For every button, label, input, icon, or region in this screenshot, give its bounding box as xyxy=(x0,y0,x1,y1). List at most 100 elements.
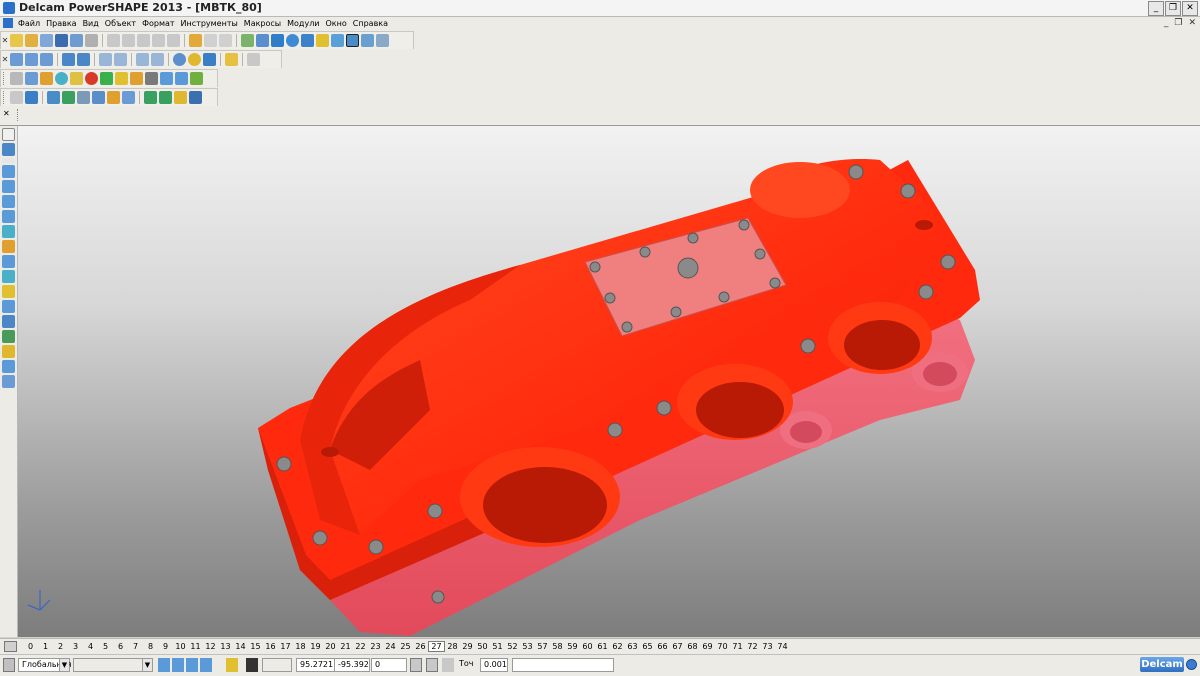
levels-icon[interactable] xyxy=(4,641,17,652)
close-button[interactable]: ✕ xyxy=(1182,1,1198,16)
hand-icon[interactable] xyxy=(247,53,260,66)
zoom-out-icon[interactable] xyxy=(151,53,164,66)
new-icon[interactable] xyxy=(10,34,23,47)
properties-icon[interactable] xyxy=(85,34,98,47)
cut-icon[interactable] xyxy=(107,34,120,47)
cone-icon[interactable] xyxy=(70,72,83,85)
calculator-icon[interactable] xyxy=(410,658,422,672)
view-front-icon[interactable] xyxy=(25,53,38,66)
level-item[interactable]: 15 xyxy=(248,642,263,651)
level-item[interactable]: 71 xyxy=(730,642,745,651)
command-input[interactable] xyxy=(512,658,614,672)
arrow-icon[interactable] xyxy=(115,72,128,85)
level-item[interactable]: 18 xyxy=(293,642,308,651)
copy-icon[interactable] xyxy=(122,34,135,47)
level-item[interactable]: 9 xyxy=(158,642,173,651)
wireframe-tool-icon[interactable] xyxy=(2,165,15,178)
pan-icon[interactable] xyxy=(99,53,112,66)
level-item[interactable]: 16 xyxy=(263,642,278,651)
view-top-icon[interactable] xyxy=(10,53,23,66)
level-item[interactable]: 70 xyxy=(715,642,730,651)
mdi-restore-button[interactable]: ❐ xyxy=(1174,17,1182,29)
menu-file[interactable]: Файл xyxy=(15,17,43,30)
pencil-icon[interactable] xyxy=(40,72,53,85)
chevron-down-icon[interactable]: ▼ xyxy=(59,659,69,671)
workplane-icon[interactable] xyxy=(3,658,15,672)
document-icon[interactable] xyxy=(25,72,38,85)
mesh-tool-icon[interactable] xyxy=(2,300,15,313)
level-item[interactable]: 72 xyxy=(745,642,760,651)
workplane-icon[interactable] xyxy=(256,34,269,47)
select-icon[interactable] xyxy=(241,34,254,47)
line-icon[interactable] xyxy=(271,34,284,47)
open-icon[interactable] xyxy=(25,34,38,47)
mdi-close-button[interactable]: ✕ xyxy=(1188,17,1196,29)
menu-window[interactable]: Окно xyxy=(323,17,350,30)
solid-feature-icon[interactable] xyxy=(62,91,75,104)
level-item[interactable]: 23 xyxy=(368,642,383,651)
toolbar-close-icon[interactable]: ✕ xyxy=(1,36,9,45)
toolbar-close-icon[interactable]: ✕ xyxy=(3,109,10,118)
level-item[interactable]: 53 xyxy=(520,642,535,651)
arc-icon[interactable] xyxy=(286,34,299,47)
solid-tree-icon[interactable] xyxy=(122,91,135,104)
level-item[interactable]: 57 xyxy=(535,642,550,651)
level-item[interactable]: 61 xyxy=(595,642,610,651)
solid-tool-icon[interactable] xyxy=(2,240,15,253)
level-item[interactable]: 4 xyxy=(83,642,98,651)
curve-tool-icon[interactable] xyxy=(2,210,15,223)
solid-box-icon[interactable] xyxy=(47,91,60,104)
analysis-icon[interactable] xyxy=(175,72,188,85)
solid-shell-icon[interactable] xyxy=(107,91,120,104)
level-item[interactable]: 68 xyxy=(685,642,700,651)
solid-boolean-icon[interactable] xyxy=(92,91,105,104)
level-item[interactable]: 6 xyxy=(113,642,128,651)
toolbar-close-icon[interactable]: ✕ xyxy=(1,55,9,64)
history-icon[interactable] xyxy=(219,34,232,47)
level-item[interactable]: 7 xyxy=(128,642,143,651)
box-icon[interactable] xyxy=(130,72,143,85)
feature-tool-icon[interactable] xyxy=(2,360,15,373)
level-item[interactable]: 51 xyxy=(490,642,505,651)
tolerance-field[interactable]: 0.001 xyxy=(480,658,508,672)
level-item[interactable]: 19 xyxy=(308,642,323,651)
trash-icon[interactable] xyxy=(442,658,454,672)
chevron-down-icon[interactable]: ▼ xyxy=(142,659,152,671)
open-model-icon[interactable] xyxy=(40,34,53,47)
level-item[interactable]: 3 xyxy=(68,642,83,651)
solid-cut-icon[interactable] xyxy=(77,91,90,104)
restore-button[interactable]: ❐ xyxy=(1165,1,1181,16)
solid-thicken-icon[interactable] xyxy=(189,91,202,104)
snap-point-icon[interactable] xyxy=(186,658,198,672)
transform-icon[interactable] xyxy=(25,91,38,104)
view-iso-icon[interactable] xyxy=(62,53,75,66)
menu-edit[interactable]: Правка xyxy=(43,17,79,30)
analysis-tool-icon[interactable] xyxy=(2,375,15,388)
level-item[interactable]: 0 xyxy=(23,642,38,651)
level-item[interactable]: 62 xyxy=(610,642,625,651)
solid-icon[interactable] xyxy=(346,34,359,47)
menu-object[interactable]: Объект xyxy=(102,17,139,30)
tools-icon[interactable] xyxy=(376,34,389,47)
drawing-tool-icon[interactable] xyxy=(2,345,15,358)
level-item-active[interactable]: 27 xyxy=(428,641,445,652)
menu-view[interactable]: Вид xyxy=(80,17,102,30)
level-item[interactable]: 52 xyxy=(505,642,520,651)
level-item[interactable]: 29 xyxy=(460,642,475,651)
level-item[interactable]: 25 xyxy=(398,642,413,651)
undo-icon[interactable] xyxy=(189,34,202,47)
select-tool-icon[interactable] xyxy=(2,143,15,156)
units-select[interactable]: ▼ xyxy=(73,658,153,672)
curve-icon[interactable] xyxy=(301,34,314,47)
snap-icon[interactable] xyxy=(158,658,170,672)
toolbar-grip[interactable] xyxy=(3,72,7,85)
level-item[interactable]: 60 xyxy=(580,642,595,651)
level-item[interactable]: 67 xyxy=(670,642,685,651)
settings-icon[interactable] xyxy=(226,658,238,672)
ball-icon[interactable] xyxy=(85,72,98,85)
level-item[interactable]: 10 xyxy=(173,642,188,651)
level-item[interactable]: 1 xyxy=(38,642,53,651)
level-item[interactable]: 17 xyxy=(278,642,293,651)
view-right-icon[interactable] xyxy=(40,53,53,66)
wireframe-icon[interactable] xyxy=(173,53,186,66)
